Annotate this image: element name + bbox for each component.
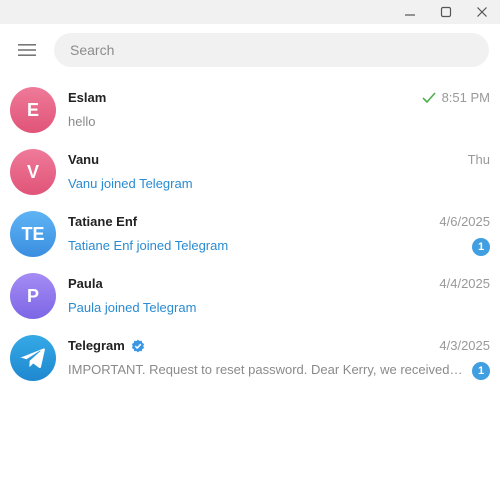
chat-preview: Vanu joined Telegram	[68, 176, 193, 191]
chat-preview: IMPORTANT. Request to reset password. De…	[68, 362, 464, 377]
window-titlebar	[0, 0, 500, 24]
verified-badge-icon	[131, 339, 145, 353]
chat-time-text: 8:51 PM	[441, 90, 490, 105]
chat-time-text: 4/3/2025	[439, 338, 490, 353]
chat-row-vanu[interactable]: V Vanu Thu Vanu joined Telegram	[0, 142, 500, 204]
avatar-initials: E	[26, 99, 39, 120]
chat-time: Thu	[468, 152, 490, 167]
chat-time: 4/4/2025	[439, 276, 490, 291]
chat-name-text: Tatiane Enf	[68, 214, 138, 229]
avatar-initials: TE	[21, 223, 45, 244]
chat-name: Eslam	[68, 90, 106, 105]
chat-time-text: 4/4/2025	[439, 276, 490, 291]
avatar: P	[10, 273, 56, 319]
maximize-icon[interactable]	[429, 0, 463, 24]
chat-time: 8:51 PM	[422, 90, 490, 105]
avatar: V	[10, 149, 56, 195]
chat-row-paula[interactable]: P Paula 4/4/2025 Paula joined Telegram	[0, 266, 500, 328]
read-check-icon	[422, 92, 436, 103]
unread-badge: 1	[472, 362, 490, 380]
chat-time: 4/6/2025	[439, 214, 490, 229]
chat-name: Tatiane Enf	[68, 214, 137, 229]
chat-name-text: Eslam	[68, 90, 107, 105]
chat-name-text: Paula	[68, 276, 103, 291]
avatar-initials: P	[26, 285, 39, 306]
search-input[interactable]	[70, 42, 489, 58]
avatar: TE	[10, 211, 56, 257]
chat-row-telegram[interactable]: Telegram 4/3/2025 IMPORTANT. Request to …	[0, 328, 500, 390]
chat-time: 4/3/2025	[439, 338, 490, 353]
chat-preview: hello	[68, 114, 96, 129]
chat-row-eslam[interactable]: E Eslam 8:51 PM hello	[0, 80, 500, 142]
close-icon[interactable]	[465, 0, 499, 24]
avatar-initials: V	[26, 161, 39, 182]
chat-time-text: Thu	[467, 152, 490, 167]
chat-name: Vanu	[68, 152, 99, 167]
chat-name-text: Vanu	[68, 152, 100, 167]
minimize-icon[interactable]	[393, 0, 427, 24]
chat-row-tatiane-enf[interactable]: TE Tatiane Enf 4/6/2025 Tatiane Enf join…	[0, 204, 500, 266]
avatar: E	[10, 87, 56, 133]
chat-preview: Tatiane Enf joined Telegram	[68, 238, 229, 253]
top-bar	[0, 24, 500, 76]
chat-name-text: Telegram	[68, 338, 125, 353]
chat-name: Paula	[68, 276, 103, 291]
search-bar[interactable]	[54, 33, 489, 67]
chat-preview: Paula joined Telegram	[68, 300, 197, 315]
chat-name: Telegram	[68, 338, 145, 353]
telegram-logo-icon	[10, 335, 56, 381]
hamburger-menu-icon[interactable]	[12, 36, 42, 64]
unread-badge: 1	[472, 238, 490, 256]
chat-list: E Eslam 8:51 PM hello V Vanu Thu Vanu jo…	[0, 80, 500, 390]
chat-time-text: 4/6/2025	[439, 214, 490, 229]
